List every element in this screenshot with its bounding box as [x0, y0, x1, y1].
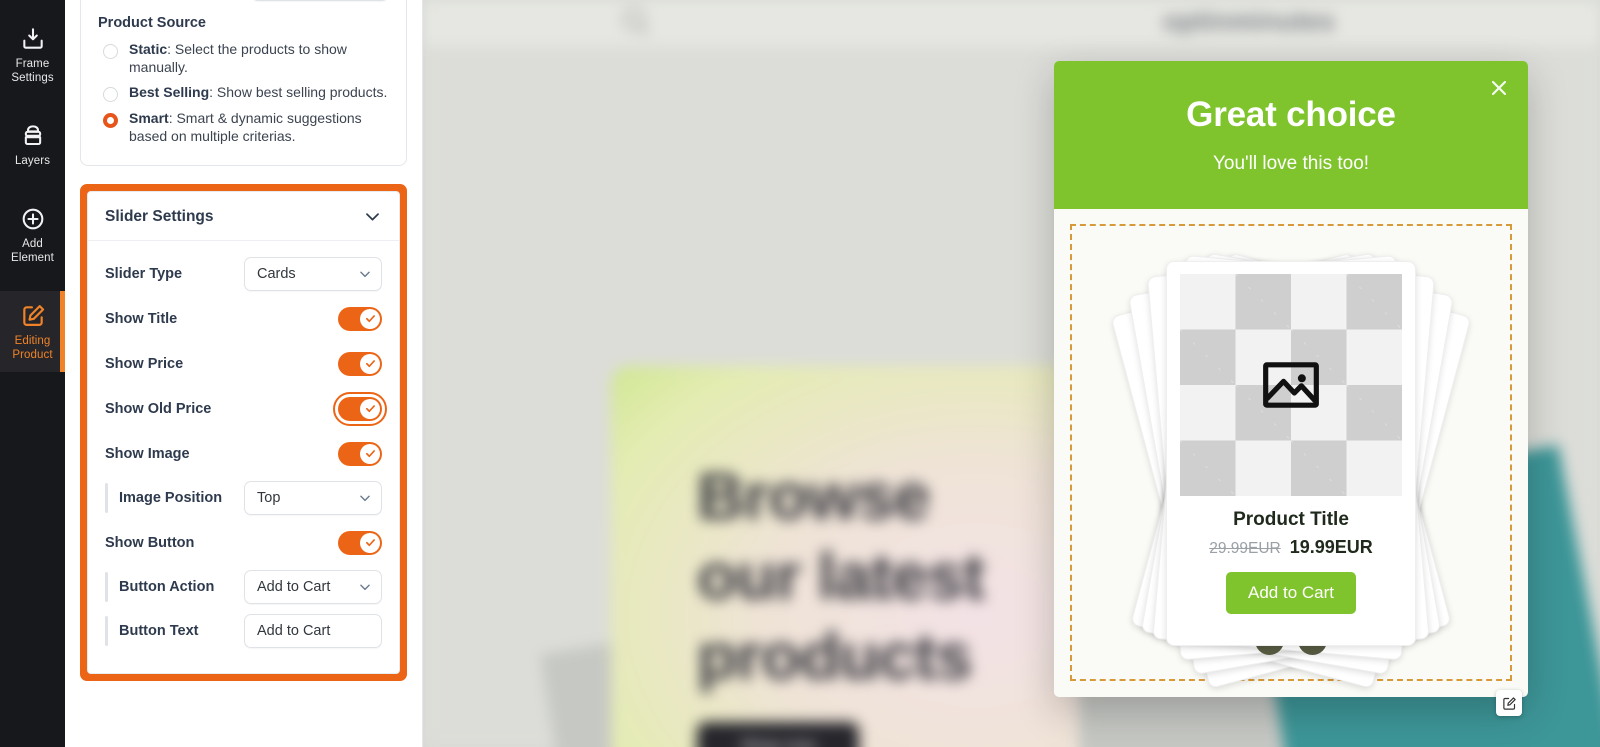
product-source-option-smart[interactable]: Smart: Smart & dynamic suggestions based… [98, 106, 389, 149]
edit-product-icon [20, 303, 46, 329]
popup-body: Product Title 29.99EUR 19.99EUR Add to C… [1054, 209, 1528, 697]
show-old-price-toggle[interactable] [333, 391, 387, 426]
sidebar-item-label: Frame Settings [11, 58, 54, 84]
show-image-toggle[interactable] [338, 441, 382, 466]
radio-best-selling-name: Best Selling [129, 84, 210, 100]
chevron-down-icon [358, 491, 372, 505]
check-icon [360, 443, 380, 464]
product-source-option-static[interactable]: Static: Select the products to show manu… [98, 37, 389, 80]
radio-best-selling[interactable] [103, 87, 118, 102]
show-button-label: Show Button [105, 534, 195, 551]
product-card-deck: Product Title 29.99EUR 19.99EUR Add to C… [1110, 252, 1472, 689]
button-action-row: Button Action Add to Cart [105, 565, 382, 609]
check-icon [360, 532, 380, 553]
button-text-row: Button Text Add to Cart [105, 609, 382, 653]
search-icon [623, 8, 645, 30]
show-image-label: Show Image [105, 445, 190, 462]
popup-headline: Great choice [1186, 95, 1396, 134]
site-logo: optinminutes [1163, 6, 1335, 36]
slider-type-label: Slider Type [105, 265, 183, 282]
slider-settings-highlight: Slider Settings Slider Type Cards Show T… [80, 184, 407, 681]
website-topbar [423, 0, 1600, 46]
radio-static-text: Static: Select the products to show manu… [129, 41, 389, 76]
show-price-row: Show Price [105, 341, 382, 386]
radio-smart-name: Smart [129, 110, 169, 126]
settings-panel: Number of Products 5 Product Source Stat… [65, 0, 423, 747]
button-action-select[interactable]: Add to Cart [244, 570, 382, 604]
sidebar-item-frame-settings[interactable]: Frame Settings [0, 14, 65, 95]
radio-smart[interactable] [103, 113, 118, 128]
popup-header: Great choice You'll love this too! [1054, 61, 1528, 209]
add-to-cart-button[interactable]: Add to Cart [1226, 572, 1356, 614]
sidebar-item-add-element[interactable]: Add Element [0, 194, 65, 275]
app-root: optinminutes Browse our latest products … [0, 0, 1600, 747]
popup-subheadline: You'll love this too! [1212, 153, 1370, 174]
image-position-select[interactable]: Top [244, 481, 382, 515]
button-action-label: Button Action [119, 579, 215, 595]
show-button-toggle[interactable] [338, 530, 382, 555]
slider-settings-header[interactable]: Slider Settings [88, 192, 399, 241]
hero-shop-now-button: Shop now [697, 722, 859, 747]
edit-element-icon[interactable] [1496, 690, 1522, 716]
product-old-price: 29.99EUR [1209, 540, 1281, 557]
sidebar-item-label: Add Element [11, 238, 54, 264]
image-position-value: Top [257, 490, 281, 506]
show-button-row: Show Button [105, 520, 382, 565]
layers-icon [20, 123, 46, 149]
image-position-row: Image Position Top [105, 476, 382, 520]
button-action-value: Add to Cart [257, 579, 331, 595]
chevron-down-icon [358, 267, 372, 281]
slider-type-value: Cards [257, 265, 296, 282]
show-price-toggle[interactable] [338, 351, 382, 376]
left-icon-rail: Frame Settings Layers Add Element Editin… [0, 0, 65, 747]
sidebar-item-label: Editing Product [12, 335, 53, 361]
product-card[interactable]: Product Title 29.99EUR 19.99EUR Add to C… [1166, 261, 1416, 646]
product-settings-card: Number of Products 5 Product Source Stat… [80, 0, 407, 166]
check-icon [360, 308, 380, 329]
product-source-title: Product Source [98, 15, 206, 31]
show-old-price-label: Show Old Price [105, 400, 212, 417]
number-of-products-row: Number of Products 5 [98, 0, 389, 1]
button-text-label: Button Text [119, 623, 199, 639]
sidebar-item-editing-product[interactable]: Editing Product [0, 291, 65, 372]
popup-preview: Great choice You'll love this too! Produ… [1054, 61, 1528, 697]
slider-settings-card: Slider Settings Slider Type Cards Show T… [87, 191, 400, 674]
slider-type-row: Slider Type Cards [105, 251, 382, 296]
radio-static-name: Static [129, 41, 168, 57]
add-element-icon [20, 206, 46, 232]
product-source-option-best-selling[interactable]: Best Selling: Show best selling products… [98, 80, 389, 106]
radio-best-selling-text: Best Selling: Show best selling products… [129, 84, 387, 102]
show-image-row: Show Image [105, 431, 382, 476]
sidebar-item-label: Layers [14, 155, 51, 167]
radio-smart-text: Smart: Smart & dynamic suggestions based… [129, 110, 389, 145]
product-image-placeholder [1180, 274, 1402, 496]
slider-type-select[interactable]: Cards [244, 256, 382, 291]
show-title-label: Show Title [105, 310, 178, 327]
hero-heading: Browse our latest products [697, 459, 985, 693]
frame-settings-icon [20, 26, 46, 52]
close-icon[interactable] [1487, 76, 1511, 100]
chevron-down-icon[interactable] [363, 207, 382, 226]
hero-card: Browse our latest products Shop now [611, 366, 1079, 747]
image-position-label: Image Position [119, 490, 223, 506]
slider-settings-body: Slider Type Cards Show Title Show Price … [88, 241, 399, 673]
number-of-products-select[interactable]: 5 [251, 0, 389, 1]
check-icon [360, 353, 380, 374]
radio-static[interactable] [103, 44, 118, 59]
sidebar-item-layers[interactable]: Layers [0, 111, 65, 178]
product-slider-zone[interactable]: Product Title 29.99EUR 19.99EUR Add to C… [1070, 224, 1512, 689]
show-title-row: Show Title [105, 296, 382, 341]
product-prices: 29.99EUR 19.99EUR [1209, 537, 1373, 558]
chevron-down-icon [358, 580, 372, 594]
show-title-toggle[interactable] [338, 306, 382, 331]
check-icon [360, 398, 380, 419]
slider-settings-title: Slider Settings [105, 207, 214, 225]
show-old-price-row: Show Old Price [105, 386, 387, 431]
show-price-label: Show Price [105, 355, 184, 372]
product-new-price: 19.99EUR [1289, 537, 1373, 557]
product-title: Product Title [1233, 509, 1349, 530]
settings-panel-inner: Number of Products 5 Product Source Stat… [65, 0, 422, 681]
button-text-input[interactable]: Add to Cart [244, 614, 382, 648]
radio-best-selling-desc: : Show best selling products. [209, 84, 388, 100]
